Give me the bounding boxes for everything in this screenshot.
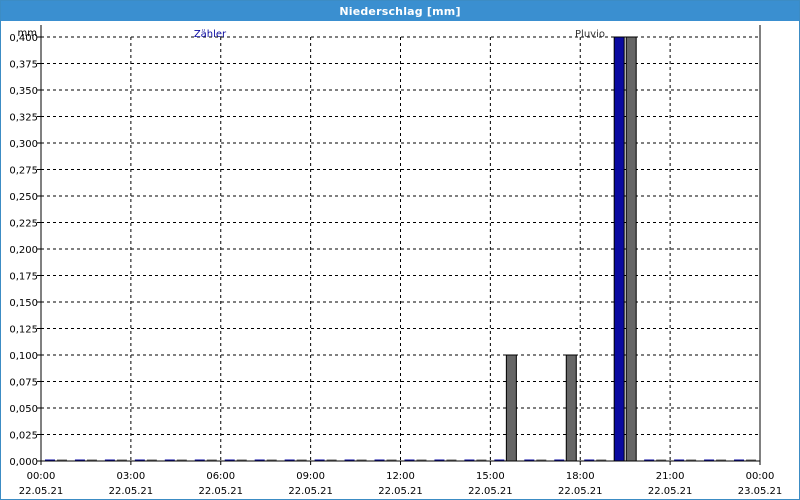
bar-zaehler (613, 36, 625, 462)
y-tick-label: 0,250 (9, 192, 38, 203)
y-tick-label: 0,175 (9, 272, 38, 283)
y-tick-label: 0,275 (9, 166, 38, 177)
y-tick-label: 0,000 (9, 457, 38, 468)
x-tick-time-label: 09:00 (296, 471, 325, 482)
chart-window: Niederschlag [mm] 0,000 0,025 0,050 0,075 0,… (0, 0, 800, 500)
x-tick-time-label: 12:00 (386, 471, 415, 482)
axis-layer (37, 25, 761, 465)
label-layer: 0,000 0,025 0,050 0,075 0,100 0,125 0,150 0,175… (9, 28, 782, 497)
x-tick-date-label: 22.05.21 (109, 486, 154, 497)
y-tick-label: 0,150 (9, 298, 38, 309)
y-tick-label: 0,300 (9, 139, 38, 150)
y-tick-label: 0,350 (9, 86, 38, 97)
x-tick-date-label: 22.05.21 (19, 486, 64, 497)
x-tick-date-label: 23.05.21 (738, 486, 783, 497)
bar-pluvio (565, 354, 577, 462)
x-tick-time-label: 00:00 (27, 471, 56, 482)
x-tick-time-label: 18:00 (566, 471, 595, 482)
x-tick-date-label: 22.05.21 (648, 486, 693, 497)
y-tick-label: 0,325 (9, 113, 38, 124)
bar-pluvio (505, 354, 517, 462)
legend-layer: Zähler Pluvio (194, 29, 605, 40)
x-tick-date-label: 22.05.21 (378, 486, 423, 497)
x-tick-time-label: 21:00 (656, 471, 685, 482)
x-tick-time-label: 15:00 (476, 471, 505, 482)
legend-pluvio: Pluvio (575, 29, 605, 40)
legend-zaehler: Zähler (194, 29, 227, 40)
x-tick-date-label: 22.05.21 (198, 486, 243, 497)
y-tick-label: 0,100 (9, 351, 38, 362)
bar-pluvio (625, 36, 637, 462)
grid-layer (40, 36, 761, 462)
x-tick-time-label: 03:00 (116, 471, 145, 482)
x-tick-time-label: 06:00 (206, 471, 235, 482)
x-tick-date-label: 22.05.21 (288, 486, 333, 497)
y-tick-label: 0,200 (9, 245, 38, 256)
y-tick-label: 0,225 (9, 219, 38, 230)
y-tick-label: 0,125 (9, 325, 38, 336)
y-tick-label: 0,375 (9, 60, 38, 71)
y-tick-label: 0,075 (9, 378, 38, 389)
y-tick-label: 0,050 (9, 404, 38, 415)
x-tick-time-label: 00:00 (746, 471, 775, 482)
y-axis-unit-label: mm (18, 28, 37, 39)
precipitation-chart: 0,000 0,025 0,050 0,075 0,100 0,125 0,150 0,175… (9, 25, 782, 497)
y-tick-label: 0,025 (9, 431, 38, 442)
x-tick-date-label: 22.05.21 (558, 486, 603, 497)
x-tick-date-label: 22.05.21 (468, 486, 513, 497)
